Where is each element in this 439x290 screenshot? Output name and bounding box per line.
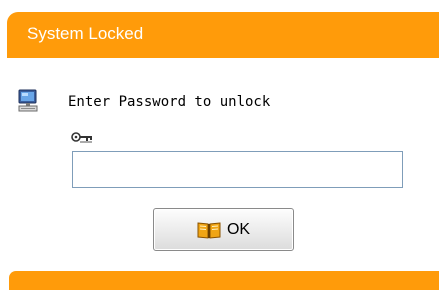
computer-icon — [16, 89, 40, 113]
unlock-prompt: Enter Password to unlock — [68, 94, 271, 110]
ok-button-label: OK — [226, 220, 251, 238]
key-icon — [71, 131, 93, 145]
book-icon — [197, 221, 221, 239]
window-title: System Locked — [27, 24, 144, 43]
system-locked-dialog: System Locked Enter Password to unlock O… — [0, 0, 439, 290]
password-input[interactable] — [72, 151, 403, 188]
ok-button[interactable]: OK — [153, 208, 294, 251]
title-bar: System Locked — [7, 12, 439, 58]
bottom-bar — [9, 271, 439, 290]
